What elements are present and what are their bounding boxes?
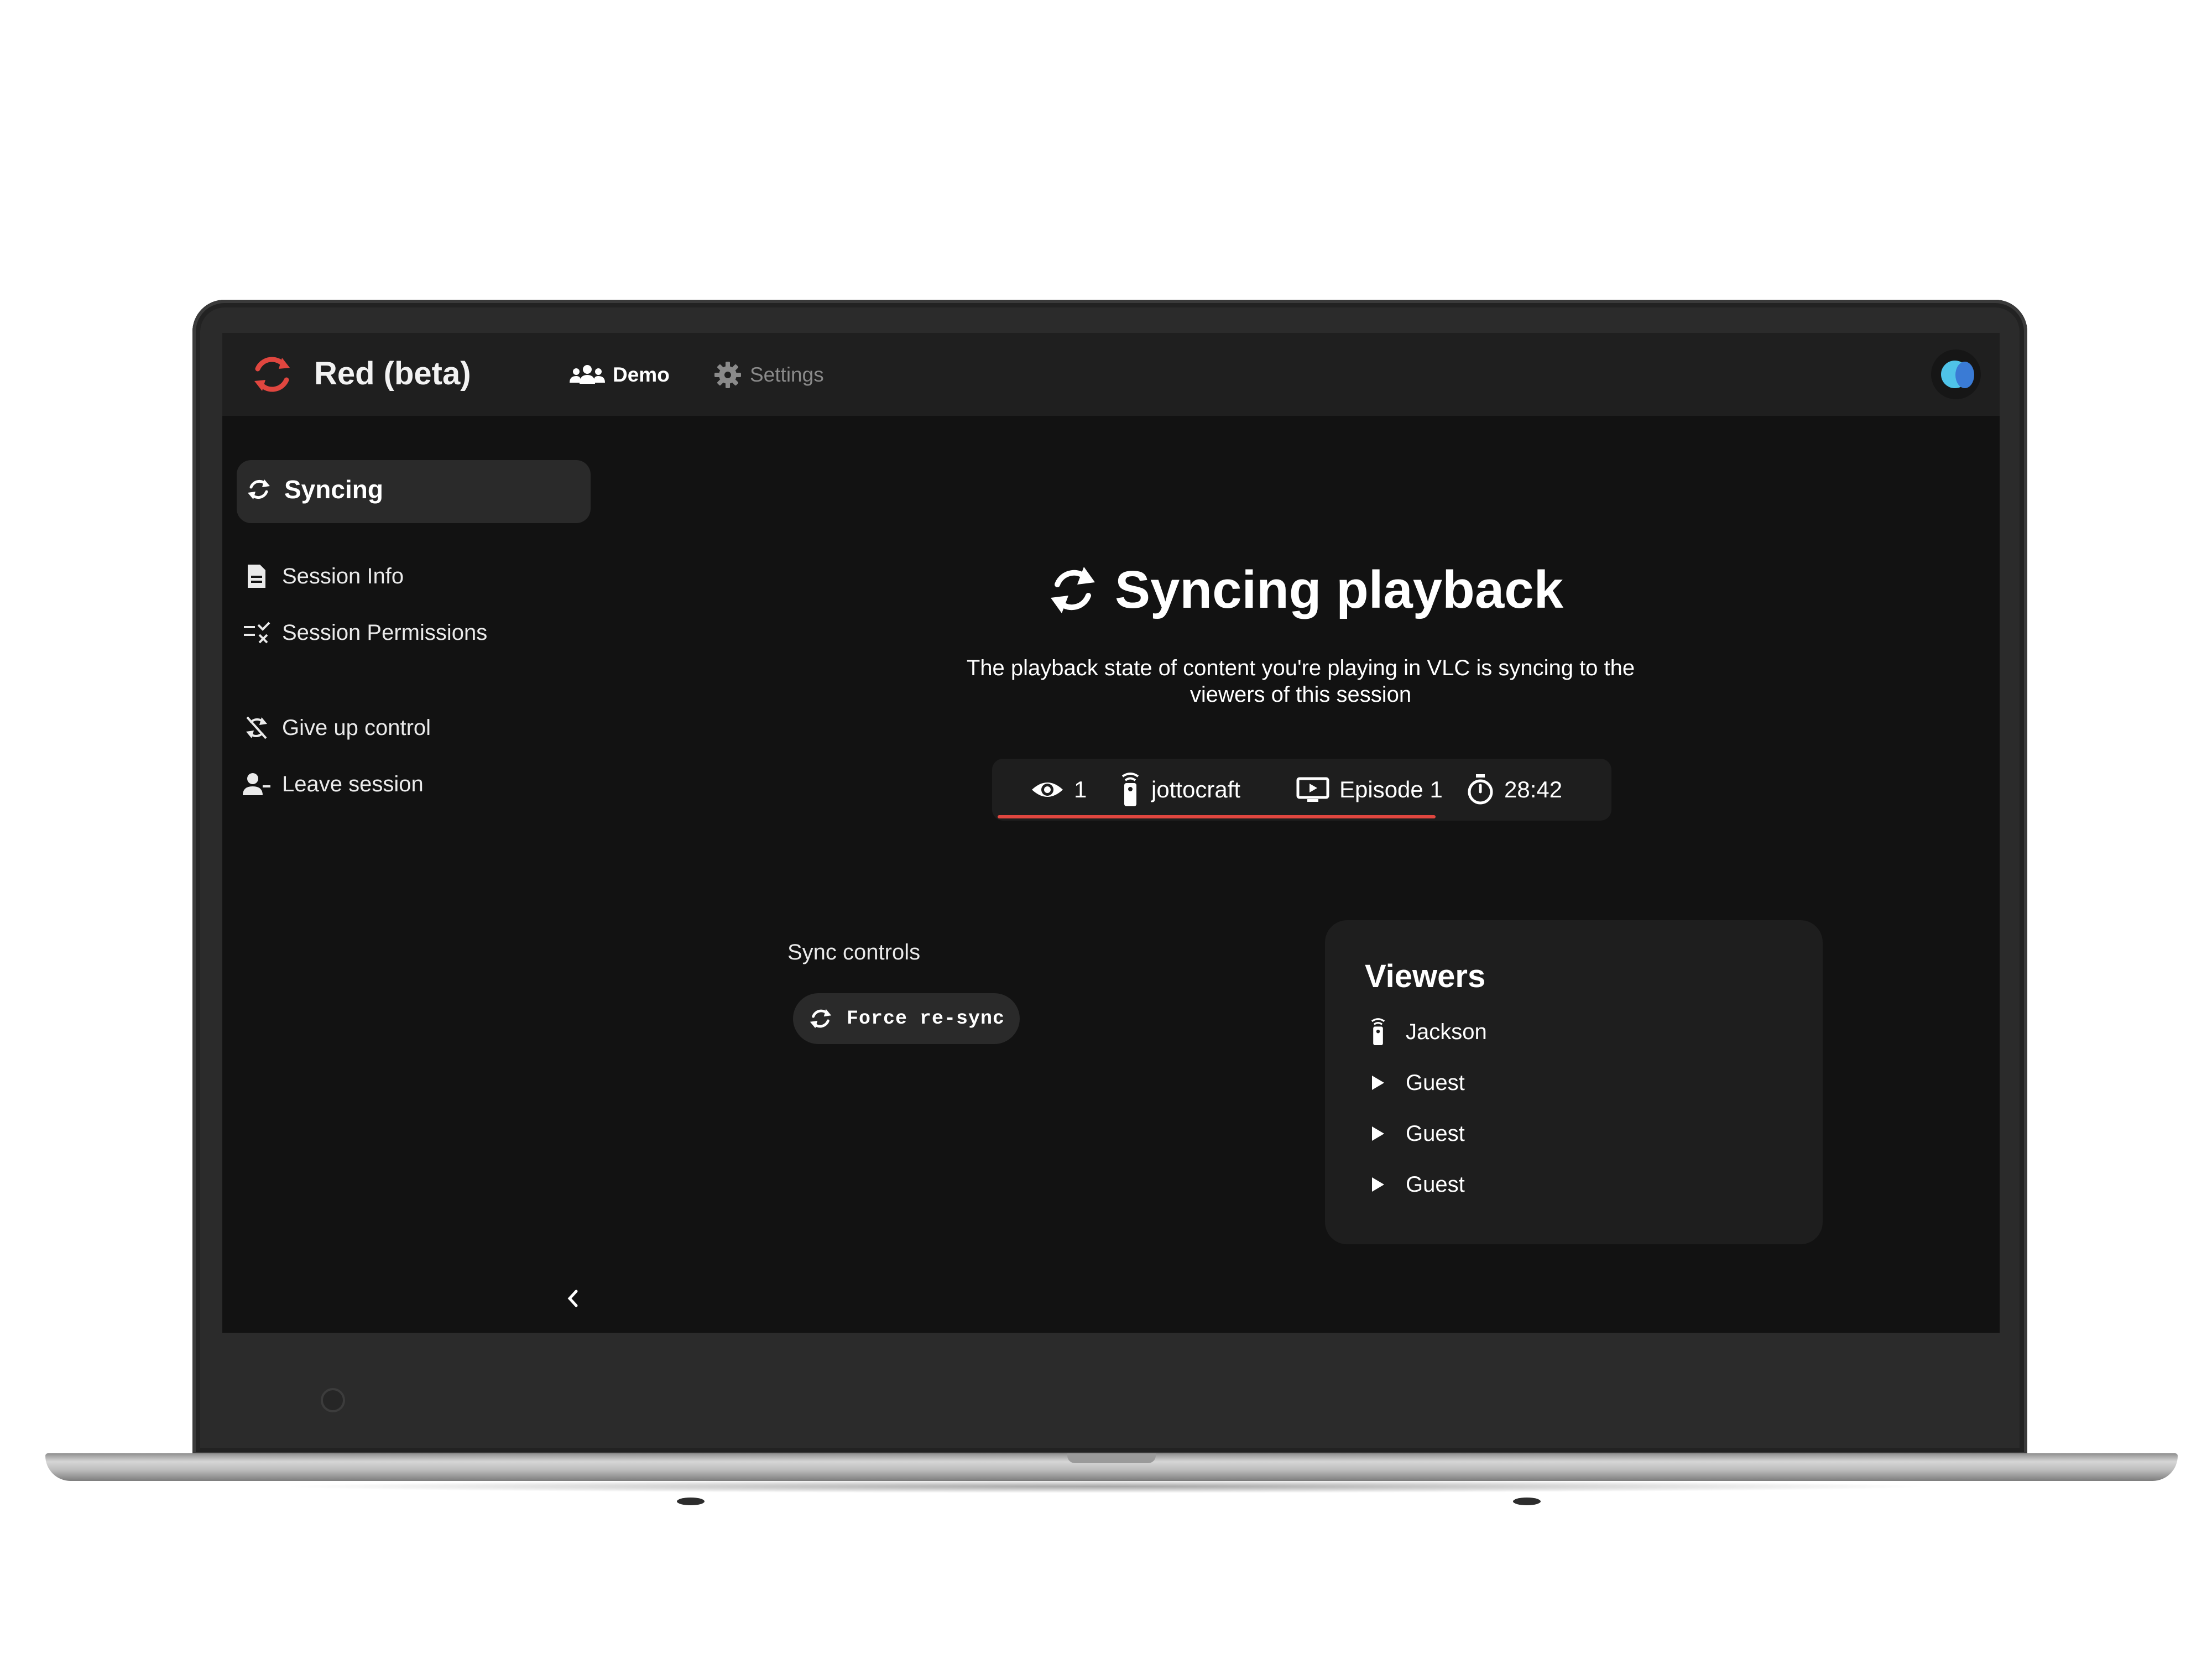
controller: jottocraft (1119, 773, 1240, 806)
sync-icon (244, 475, 273, 504)
sidebar-item-label: Leave session (282, 771, 424, 796)
remote-icon (1121, 773, 1139, 806)
page-title: Syncing playback (1115, 560, 1563, 619)
viewer-item: Guest (1367, 1117, 1465, 1150)
viewer-name: Guest (1406, 1121, 1465, 1146)
document-icon (242, 562, 271, 591)
nav-demo[interactable]: Demo (570, 359, 670, 390)
sidebar-item-label: Session Permissions (282, 620, 488, 645)
laptop-foot (1513, 1498, 1541, 1505)
app-screen: Red (beta) Demo Settings Syncing Session… (222, 333, 2000, 1333)
laptop-foot (677, 1498, 705, 1505)
viewer-name: Guest (1406, 1070, 1465, 1095)
sidebar-item-label: Give up control (282, 715, 431, 740)
play-icon (1372, 1126, 1384, 1141)
sidebar-item-session-info[interactable]: Session Info (242, 562, 404, 591)
page-heading: Syncing playback (1046, 560, 1563, 620)
users-icon (570, 365, 605, 384)
stopwatch-icon (1468, 774, 1493, 805)
playback-time-value: 28:42 (1504, 776, 1563, 802)
play-icon (1372, 1076, 1384, 1090)
sync-off-icon (242, 713, 271, 742)
remote-icon (1371, 1018, 1385, 1045)
viewers-title: Viewers (1365, 958, 1486, 994)
avatar-shape (1955, 362, 1974, 388)
viewer-count-value: 1 (1074, 776, 1087, 802)
controller-name: jottocraft (1151, 776, 1241, 802)
gear-icon (714, 362, 741, 388)
viewer-name: Guest (1406, 1172, 1465, 1197)
viewer-count: 1 (1031, 773, 1087, 806)
top-bar: Red (beta) Demo Settings (222, 333, 2000, 416)
viewer-item: Jackson (1367, 1015, 1487, 1048)
viewer-item: Guest (1367, 1168, 1465, 1201)
sync-controls-label: Sync controls (787, 940, 921, 964)
viewer-item: Guest (1367, 1066, 1465, 1099)
chevron-left-icon (567, 1290, 578, 1307)
page-subtitle: The playback state of content you're pla… (966, 656, 1635, 707)
media-title-value: Episode 1 (1339, 776, 1443, 802)
sidebar-item-leave-session[interactable]: Leave session (242, 770, 424, 799)
nav-demo-label: Demo (613, 363, 670, 386)
force-resync-label: Force re-sync (846, 1008, 1005, 1030)
collapse-sidebar-button[interactable] (562, 1287, 584, 1310)
sidebar-item-syncing-content[interactable]: Syncing (244, 474, 383, 504)
viewer-name: Jackson (1406, 1019, 1487, 1044)
eye-icon (1032, 782, 1063, 797)
webcam (321, 1388, 345, 1412)
app-title: Red (beta) (314, 356, 471, 392)
user-minus-icon (242, 770, 271, 799)
sidebar-item-give-up-control[interactable]: Give up control (242, 713, 431, 742)
sidebar-item-label: Syncing (284, 475, 383, 504)
avatar[interactable] (1931, 349, 1981, 399)
list-check-icon (242, 618, 271, 647)
nav-settings-label: Settings (750, 363, 824, 386)
playback-time: 28:42 (1467, 773, 1562, 806)
laptop-base-notch (1067, 1453, 1156, 1463)
sync-icon (810, 1009, 832, 1029)
force-resync-button[interactable]: Force re-sync (793, 993, 1020, 1044)
app-logo-icon (254, 357, 290, 392)
playback-status-bar: 1 jottocraft Episode 1 28:42 (992, 759, 1611, 821)
viewers-card: Viewers Jackson Guest Guest Guest (1325, 920, 1823, 1244)
play-icon (1372, 1177, 1384, 1192)
playback-progress-bar (998, 815, 1436, 818)
laptop-shadow (276, 1480, 1936, 1493)
nav-settings[interactable]: Settings (713, 359, 824, 390)
sidebar-item-session-permissions[interactable]: Session Permissions (242, 618, 487, 647)
tv-play-icon (1296, 777, 1329, 802)
sidebar-item-label: Session Info (282, 564, 404, 588)
sync-icon (1051, 567, 1095, 613)
media-title: Episode 1 (1296, 773, 1443, 806)
